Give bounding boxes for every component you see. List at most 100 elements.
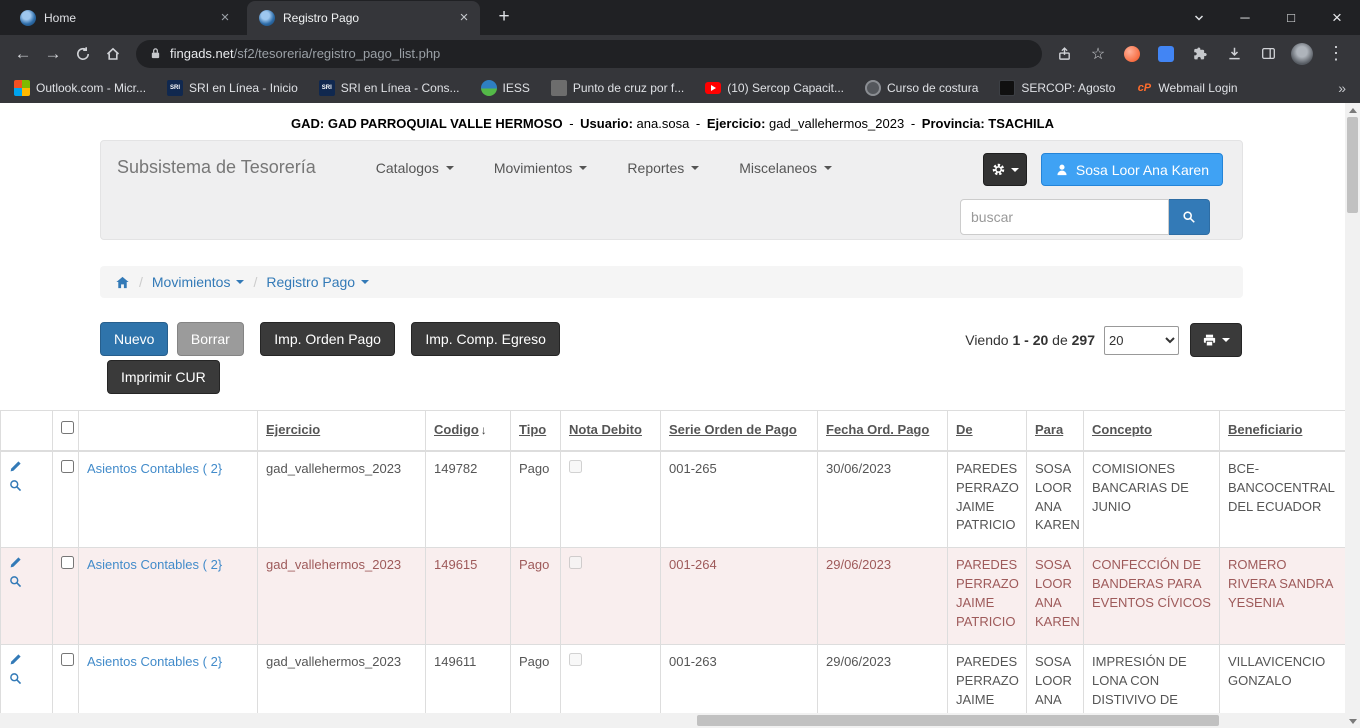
cell-nota-debito — [561, 451, 661, 548]
cell-beneficiario: VILLAVICENCIO GONZALO — [1220, 645, 1346, 713]
header-codigo[interactable]: Codigo — [434, 422, 479, 437]
breadcrumb-registro-pago[interactable]: Registro Pago — [266, 274, 369, 290]
chevron-down-icon — [361, 280, 369, 284]
cell-ejercicio: gad_vallehermos_2023 — [258, 548, 426, 645]
menu-reportes[interactable]: Reportes — [607, 160, 719, 176]
bookmark-sercop-agosto[interactable]: SERCOP: Agosto — [999, 80, 1115, 96]
app-brand[interactable]: Subsistema de Tesorería — [117, 157, 316, 178]
browser-menu-icon[interactable]: ⋮ — [1322, 40, 1350, 68]
menu-catalogos[interactable]: Catalogos — [356, 160, 474, 176]
row-checkbox[interactable] — [61, 556, 74, 569]
borrar-button[interactable]: Borrar — [177, 322, 244, 356]
bookmark-sri-consultas[interactable]: SRISRI en Línea - Cons... — [319, 80, 460, 96]
forward-button[interactable]: → — [38, 39, 68, 69]
cell-actions — [1, 548, 53, 645]
browser-tab-home[interactable]: Home × — [8, 1, 241, 35]
tab-search-chevron-icon[interactable] — [1176, 0, 1222, 35]
cell-actions — [1, 645, 53, 713]
bookmark-iess[interactable]: IESS — [481, 80, 530, 96]
imp-comp-egreso-button[interactable]: Imp. Comp. Egreso — [411, 322, 560, 356]
scroll-down-icon[interactable] — [1345, 714, 1360, 728]
page-size-select[interactable]: 20 — [1104, 326, 1179, 355]
table-row: Asientos Contables ( 2} gad_vallehermos_… — [1, 548, 1346, 645]
view-magnifier-icon[interactable] — [9, 672, 22, 691]
profile-avatar[interactable] — [1288, 40, 1316, 68]
header-ejercicio[interactable]: Ejercicio — [266, 422, 320, 437]
horizontal-scrollbar-thumb[interactable] — [697, 715, 1219, 726]
paging-status: Viendo 1 - 20 de 297 — [875, 332, 1095, 348]
header-asientos — [79, 411, 258, 451]
breadcrumb-movimientos[interactable]: Movimientos — [152, 274, 245, 290]
share-icon[interactable] — [1050, 40, 1078, 68]
bookmark-star-icon[interactable]: ☆ — [1084, 40, 1112, 68]
imprimir-cur-button[interactable]: Imprimir CUR — [107, 360, 220, 394]
header-para[interactable]: Para — [1035, 422, 1063, 437]
side-panel-icon[interactable] — [1254, 40, 1282, 68]
cell-serie-orden-pago: 001-265 — [661, 451, 818, 548]
user-button[interactable]: Sosa Loor Ana Karen — [1041, 153, 1223, 186]
header-concepto[interactable]: Concepto — [1092, 422, 1152, 437]
tab-close-icon[interactable]: × — [456, 10, 472, 26]
header-beneficiario[interactable]: Beneficiario — [1228, 422, 1302, 437]
row-checkbox[interactable] — [61, 653, 74, 666]
new-tab-button[interactable]: + — [490, 4, 518, 32]
maximize-button[interactable]: □ — [1268, 0, 1314, 35]
header-tipo[interactable]: Tipo — [519, 422, 546, 437]
horizontal-scrollbar[interactable] — [0, 713, 1345, 728]
nuevo-button[interactable]: Nuevo — [100, 322, 168, 356]
imp-orden-pago-button[interactable]: Imp. Orden Pago — [260, 322, 395, 356]
scroll-up-icon[interactable] — [1345, 103, 1360, 117]
lock-icon — [150, 47, 161, 60]
search-input[interactable] — [960, 199, 1169, 235]
search-button[interactable] — [1169, 199, 1210, 235]
bookmark-outlook[interactable]: Outlook.com - Micr... — [14, 80, 146, 96]
view-magnifier-icon[interactable] — [9, 479, 22, 498]
cpanel-icon: cP — [1136, 80, 1152, 96]
menu-movimientos[interactable]: Movimientos — [474, 160, 608, 176]
bookmark-webmail[interactable]: cPWebmail Login — [1136, 80, 1237, 96]
downloads-icon[interactable] — [1220, 40, 1248, 68]
breadcrumb-home[interactable] — [115, 275, 130, 290]
address-bar[interactable]: fingads.net/sf2/tesoreria/registro_pago_… — [136, 40, 1042, 68]
asientos-contables-link[interactable]: Asientos Contables ( 2} — [87, 557, 222, 572]
extension-translate-icon[interactable] — [1152, 40, 1180, 68]
home-button[interactable] — [98, 39, 128, 69]
browser-tab-registro-pago[interactable]: Registro Pago × — [247, 1, 480, 35]
menu-miscelaneos[interactable]: Miscelaneos — [719, 160, 852, 176]
context-gad-label: GAD: — [291, 116, 324, 131]
header-nota-debito[interactable]: Nota Debito — [569, 422, 642, 437]
vertical-scrollbar[interactable] — [1345, 103, 1360, 728]
bookmarks-overflow-icon[interactable]: » — [1338, 80, 1346, 96]
edit-pencil-icon[interactable] — [9, 460, 22, 479]
youtube-icon — [705, 82, 721, 94]
settings-gear-button[interactable] — [983, 153, 1027, 186]
bookmark-punto-de-cruz[interactable]: Punto de cruz por f... — [551, 80, 684, 96]
vertical-scrollbar-thumb[interactable] — [1347, 117, 1358, 213]
header-de[interactable]: De — [956, 422, 973, 437]
actions-toolbar: Nuevo Borrar Imp. Orden Pago Imp. Comp. … — [100, 322, 1243, 394]
bookmark-curso-costura[interactable]: Curso de costura — [865, 80, 978, 96]
minimize-button[interactable]: ─ — [1222, 0, 1268, 35]
view-magnifier-icon[interactable] — [9, 575, 22, 594]
cell-actions — [1, 451, 53, 548]
extension-screenshot-icon[interactable] — [1118, 40, 1146, 68]
edit-pencil-icon[interactable] — [9, 653, 22, 672]
tab-title: Registro Pago — [283, 11, 448, 25]
row-checkbox[interactable] — [61, 460, 74, 473]
print-button[interactable] — [1190, 323, 1242, 357]
site-favicon — [259, 10, 275, 26]
costura-icon — [865, 80, 881, 96]
close-button[interactable]: × — [1314, 0, 1360, 35]
header-fecha-ord-pago[interactable]: Fecha Ord. Pago — [826, 422, 929, 437]
asientos-contables-link[interactable]: Asientos Contables ( 2} — [87, 654, 222, 669]
extensions-puzzle-icon[interactable] — [1186, 40, 1214, 68]
select-all-checkbox[interactable] — [61, 421, 74, 434]
header-serie-orden-pago[interactable]: Serie Orden de Pago — [669, 422, 797, 437]
reload-button[interactable] — [68, 39, 98, 69]
bookmark-sercop-video[interactable]: (10) Sercop Capacit... — [705, 81, 844, 95]
asientos-contables-link[interactable]: Asientos Contables ( 2} — [87, 461, 222, 476]
tab-close-icon[interactable]: × — [217, 10, 233, 26]
back-button[interactable]: ← — [8, 39, 38, 69]
bookmark-sri-inicio[interactable]: SRISRI en Línea - Inicio — [167, 80, 298, 96]
edit-pencil-icon[interactable] — [9, 556, 22, 575]
